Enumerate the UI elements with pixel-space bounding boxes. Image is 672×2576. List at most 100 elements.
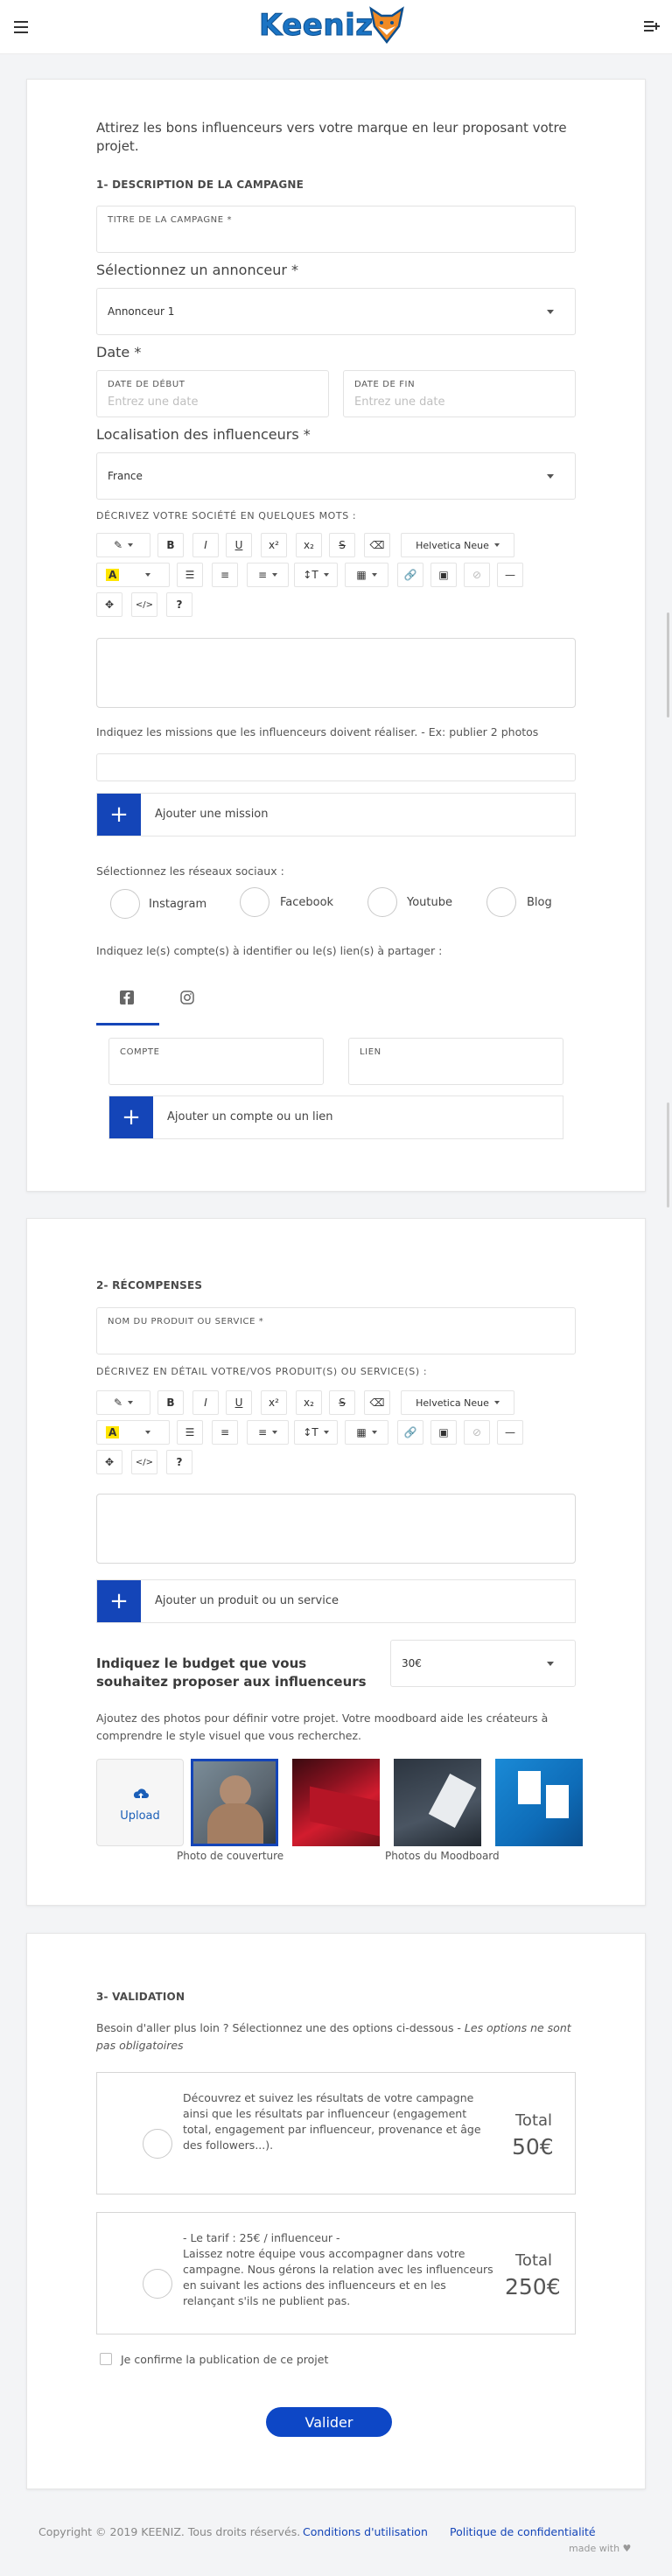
- accounts-hint: Indiquez le(s) compte(s) à identifier ou…: [96, 944, 443, 957]
- font-select[interactable]: Helvetica Neue: [401, 533, 514, 557]
- help-button[interactable]: ?: [166, 1450, 192, 1474]
- option-support[interactable]: - Le tarif : 25€ / influenceur - Laissez…: [96, 2212, 576, 2334]
- add-mission-button[interactable]: +: [97, 794, 141, 836]
- numbered-list-icon[interactable]: ≡: [212, 1420, 238, 1445]
- mission-input[interactable]: [96, 753, 576, 781]
- add-product-row[interactable]: + Ajouter un produit ou un service: [96, 1579, 576, 1623]
- move-icon[interactable]: ✥: [96, 1450, 122, 1474]
- card-shape: [428, 1774, 477, 1828]
- numbered-list-icon[interactable]: ≡: [212, 563, 238, 587]
- strikethrough-label: S: [339, 1396, 346, 1409]
- submit-button[interactable]: Valider: [266, 2407, 392, 2437]
- code-view-button[interactable]: </>: [131, 592, 158, 617]
- budget-select[interactable]: 30€: [390, 1640, 576, 1687]
- top-bar: Keeniz: [0, 0, 672, 54]
- cover-photo[interactable]: [191, 1759, 278, 1846]
- option-analytics-radio[interactable]: [143, 2129, 172, 2159]
- scrollbar[interactable]: [667, 612, 669, 718]
- validation-hint: Besoin d'aller plus loin ? Sélectionnez …: [96, 2020, 578, 2054]
- superscript-button[interactable]: x²: [261, 1390, 287, 1415]
- filter-menu-icon[interactable]: [644, 19, 660, 33]
- image-icon[interactable]: ▣: [430, 563, 457, 587]
- code-view-button[interactable]: </>: [131, 1450, 158, 1474]
- magic-style-icon[interactable]: ✎: [96, 1390, 150, 1415]
- add-account-button[interactable]: +: [109, 1096, 153, 1138]
- chevron-down-icon: [547, 1662, 554, 1666]
- strikethrough-label: S: [339, 539, 346, 551]
- radio-youtube[interactable]: [368, 887, 397, 917]
- moodboard-photo-1[interactable]: [292, 1759, 380, 1846]
- confirm-checkbox[interactable]: [100, 2353, 112, 2365]
- link-field[interactable]: LIEN: [348, 1038, 564, 1085]
- radio-facebook[interactable]: [240, 887, 270, 917]
- font-select[interactable]: Helvetica Neue: [401, 1390, 514, 1415]
- bold-button[interactable]: B: [158, 533, 184, 557]
- underline-button[interactable]: U: [226, 1390, 252, 1415]
- company-description-editor[interactable]: [96, 638, 576, 708]
- italic-button[interactable]: I: [192, 533, 219, 557]
- add-mission-row[interactable]: + Ajouter une mission: [96, 793, 576, 836]
- location-select[interactable]: France: [96, 452, 576, 500]
- underline-button[interactable]: U: [226, 533, 252, 557]
- eraser-icon[interactable]: ⌫: [364, 533, 390, 557]
- line-height-icon[interactable]: ↕T: [294, 1420, 338, 1445]
- moodboard-photo-2[interactable]: [394, 1759, 481, 1846]
- product-description-editor[interactable]: [96, 1494, 576, 1564]
- italic-button[interactable]: I: [192, 1390, 219, 1415]
- advertiser-select[interactable]: Annonceur 1: [96, 288, 576, 335]
- bullet-list-icon[interactable]: ☰: [177, 1420, 203, 1445]
- tab-facebook[interactable]: [96, 985, 159, 1024]
- superscript-button[interactable]: x²: [261, 533, 287, 557]
- radio-instagram-label: Instagram: [149, 898, 207, 911]
- move-icon[interactable]: ✥: [96, 592, 122, 617]
- unlink-icon[interactable]: ⊘: [464, 563, 490, 587]
- tab-instagram[interactable]: [166, 985, 210, 1024]
- account-field[interactable]: COMPTE: [108, 1038, 324, 1085]
- upload-tile[interactable]: Upload: [96, 1759, 184, 1846]
- terms-link[interactable]: Conditions d'utilisation: [303, 2525, 428, 2538]
- end-date-field[interactable]: DATE DE FIN Entrez une date: [343, 370, 576, 417]
- privacy-link[interactable]: Politique de confidentialité: [450, 2525, 596, 2538]
- product-name-field[interactable]: NOM DU PRODUIT OU SERVICE *: [96, 1307, 576, 1354]
- photos-hint: Ajoutez des photos pour définir votre pr…: [96, 1712, 549, 1742]
- horizontal-rule-icon[interactable]: —: [497, 563, 523, 587]
- table-icon[interactable]: ▦: [345, 563, 388, 587]
- radio-instagram[interactable]: [110, 889, 140, 919]
- image-icon[interactable]: ▣: [430, 1420, 457, 1445]
- option-support-radio[interactable]: [143, 2269, 172, 2299]
- bullet-list-icon[interactable]: ☰: [177, 563, 203, 587]
- underline-label: U: [234, 539, 243, 551]
- bold-button[interactable]: B: [158, 1390, 184, 1415]
- radio-blog[interactable]: [486, 887, 516, 917]
- strikethrough-button[interactable]: S: [329, 533, 355, 557]
- moodboard-photo-3[interactable]: [495, 1759, 583, 1846]
- option-analytics[interactable]: Découvrez et suivez les résultats de vot…: [96, 2072, 576, 2194]
- unlink-icon[interactable]: ⊘: [464, 1420, 490, 1445]
- magic-style-icon[interactable]: ✎: [96, 533, 150, 557]
- start-date-label: DATE DE DÉBUT: [108, 380, 186, 389]
- table-icon[interactable]: ▦: [345, 1420, 388, 1445]
- keeniz-logo[interactable]: Keeniz: [259, 5, 413, 47]
- hamburger-menu-icon[interactable]: [14, 21, 28, 33]
- horizontal-rule-icon[interactable]: —: [497, 1420, 523, 1445]
- superscript-label: x²: [269, 539, 279, 551]
- section-2-title: 2- RÉCOMPENSES: [96, 1279, 203, 1292]
- eraser-icon[interactable]: ⌫: [364, 1390, 390, 1415]
- link-icon[interactable]: 🔗: [397, 563, 424, 587]
- subscript-button[interactable]: x₂: [296, 1390, 322, 1415]
- scrollbar-thumb[interactable]: [667, 1102, 669, 1208]
- help-button[interactable]: ?: [166, 592, 192, 617]
- red-box-shape: [310, 1786, 380, 1837]
- add-product-button[interactable]: +: [97, 1580, 141, 1622]
- strikethrough-button[interactable]: S: [329, 1390, 355, 1415]
- align-icon[interactable]: ≡: [247, 1420, 289, 1445]
- highlight-color-button[interactable]: A: [96, 1420, 170, 1445]
- add-account-row[interactable]: + Ajouter un compte ou un lien: [108, 1096, 564, 1139]
- link-icon[interactable]: 🔗: [397, 1420, 424, 1445]
- highlight-color-button[interactable]: A: [96, 563, 170, 587]
- subscript-button[interactable]: x₂: [296, 533, 322, 557]
- start-date-field[interactable]: DATE DE DÉBUT Entrez une date: [96, 370, 329, 417]
- line-height-icon[interactable]: ↕T: [294, 563, 338, 587]
- align-icon[interactable]: ≡: [247, 563, 289, 587]
- campaign-title-field[interactable]: TITRE DE LA CAMPAGNE *: [96, 206, 576, 253]
